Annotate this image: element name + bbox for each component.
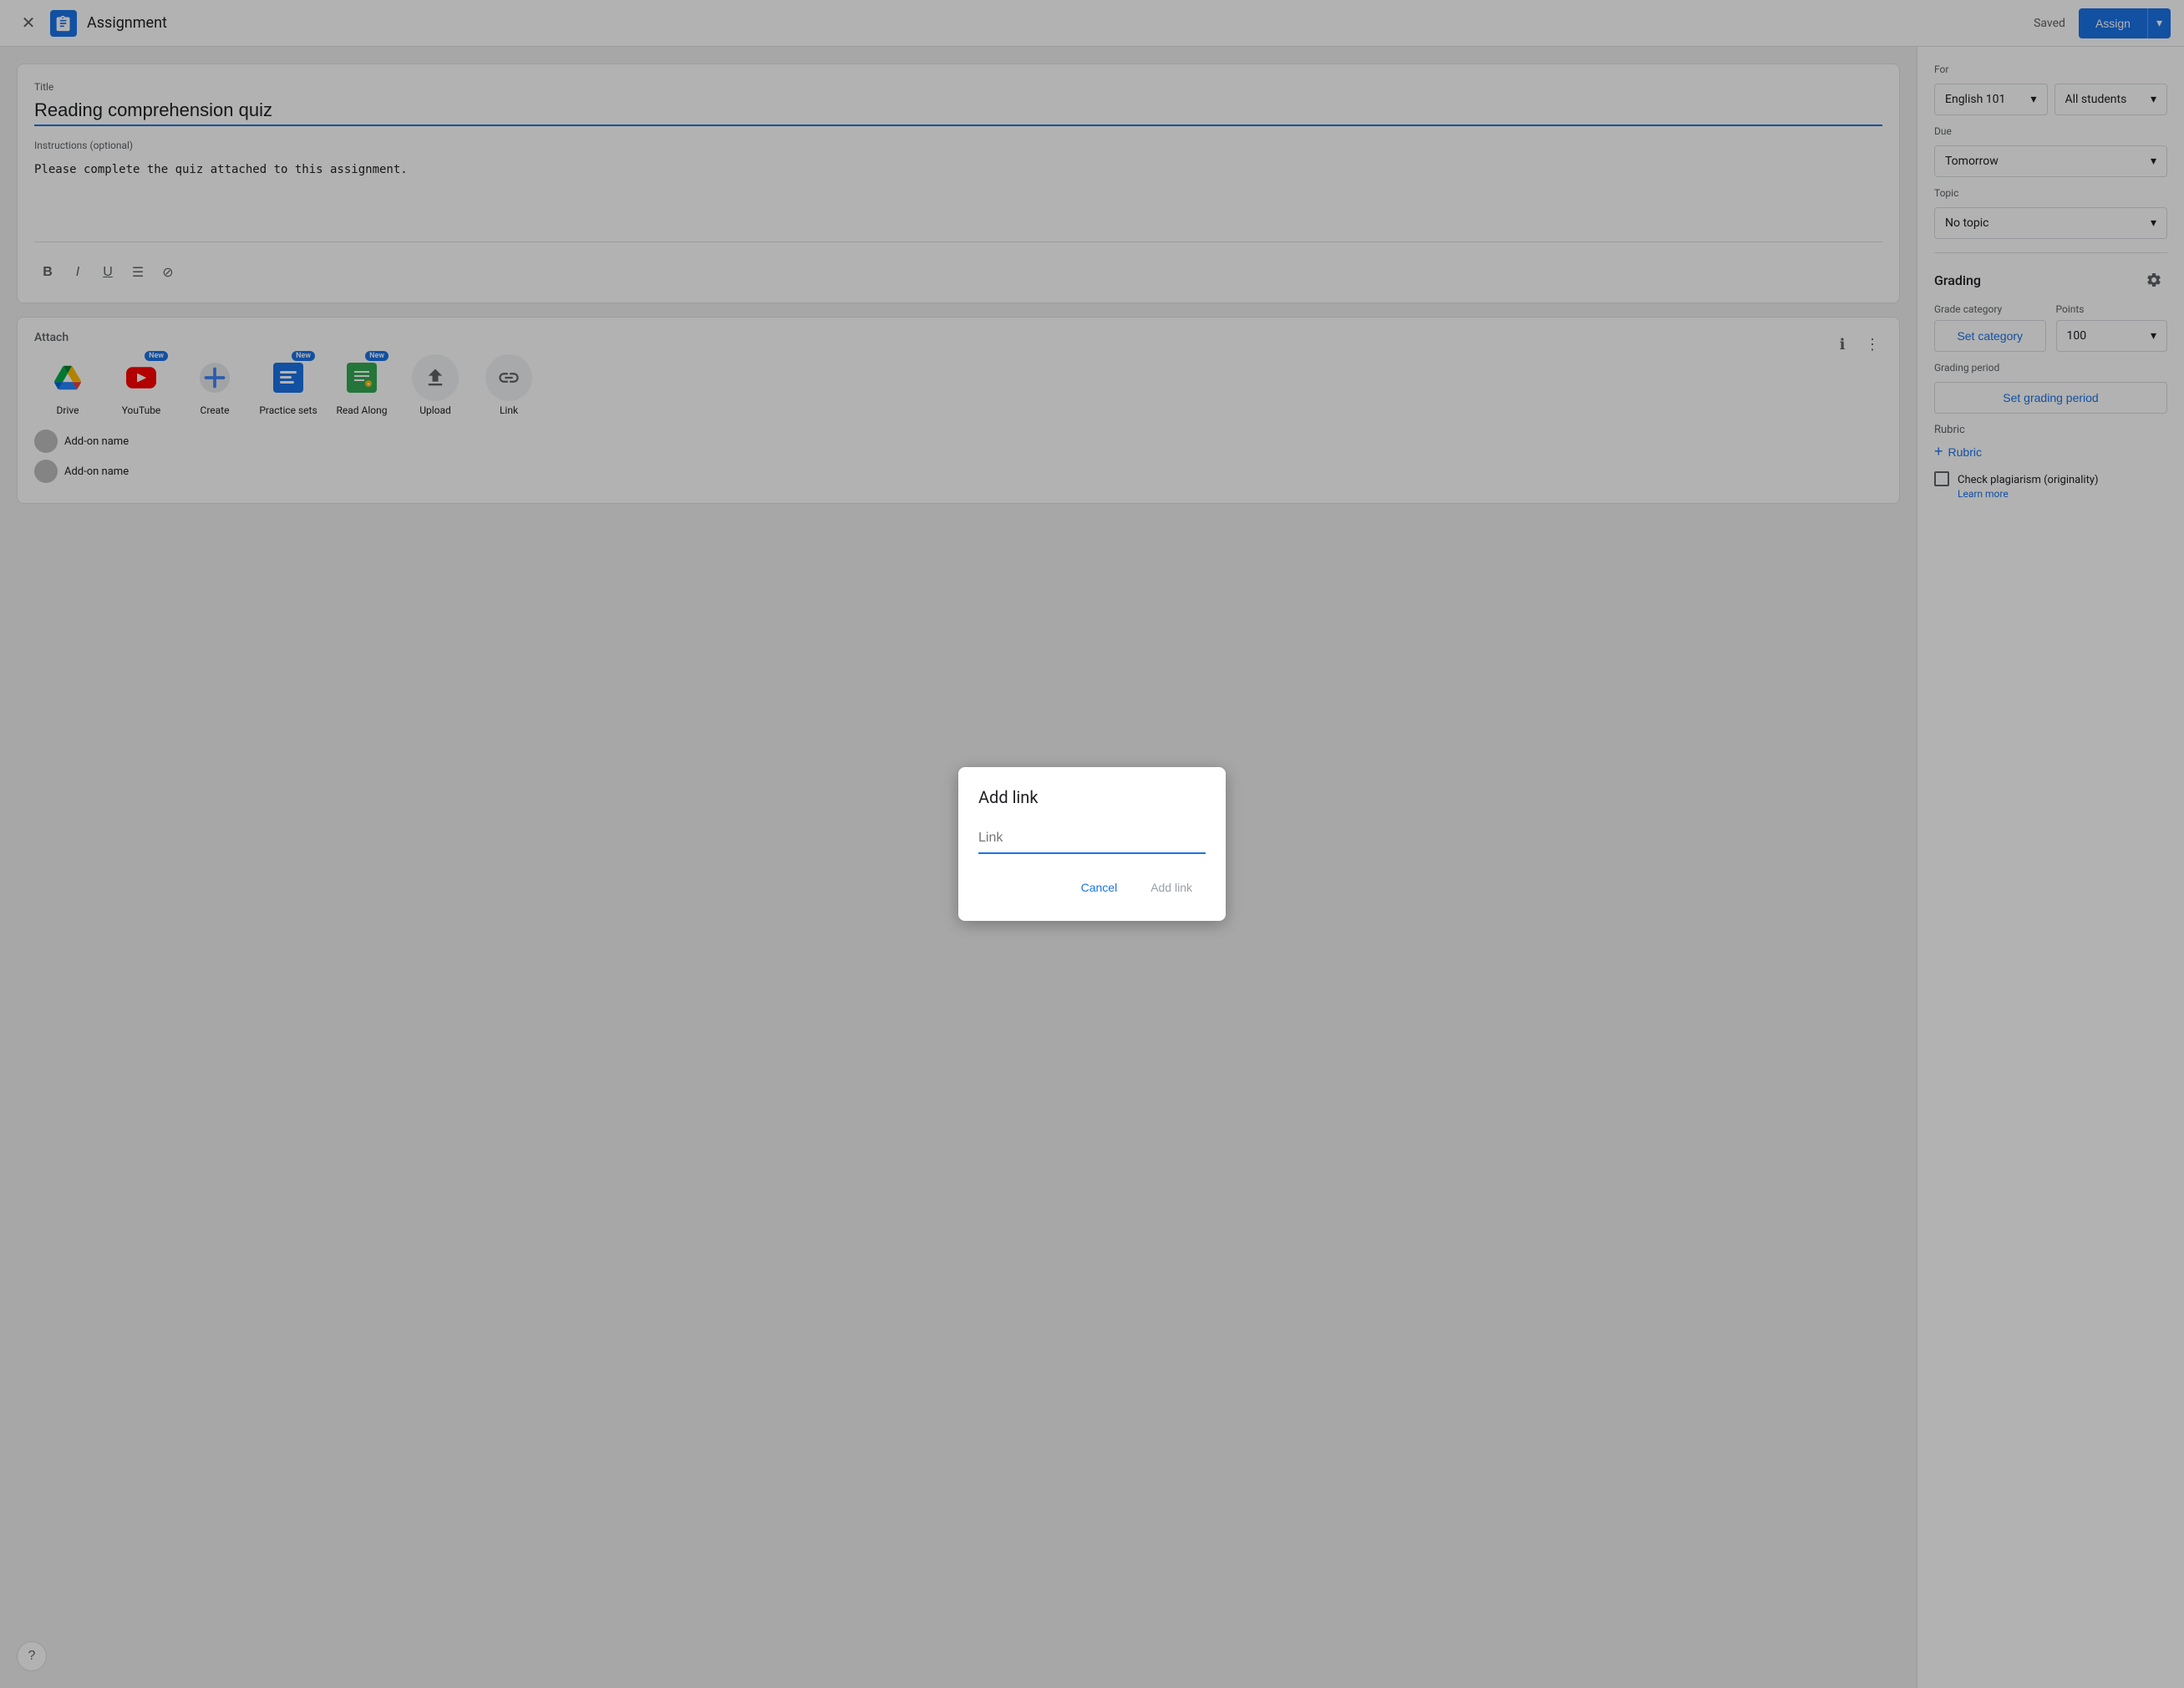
add-link-modal: Add link Cancel Add link (958, 767, 1226, 921)
modal-add-link-button[interactable]: Add link (1137, 874, 1206, 901)
modal-overlay[interactable]: Add link Cancel Add link (0, 0, 2184, 1688)
modal-title: Add link (978, 787, 1206, 807)
modal-input-wrapper (978, 824, 1206, 854)
modal-actions: Cancel Add link (978, 874, 1206, 901)
modal-cancel-button[interactable]: Cancel (1068, 874, 1131, 901)
link-input[interactable] (978, 824, 1206, 852)
